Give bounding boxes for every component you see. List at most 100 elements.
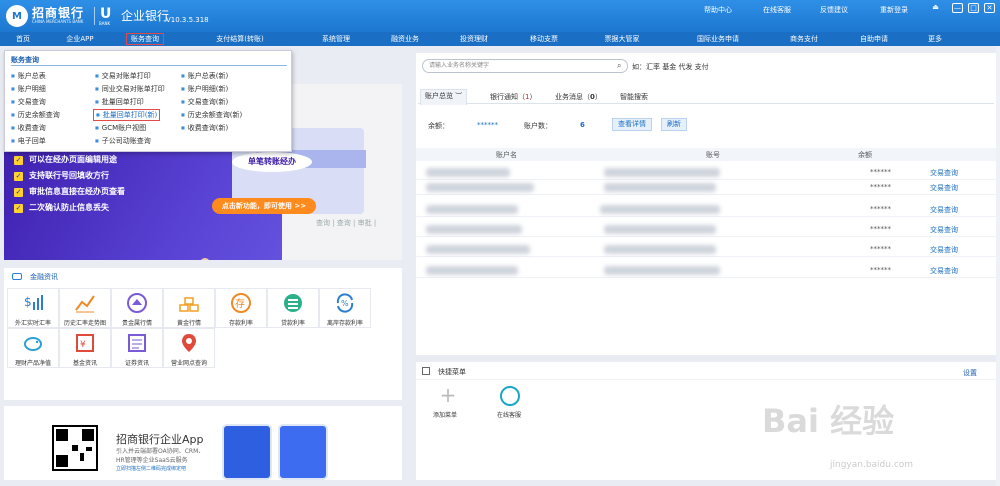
gold-bars-icon xyxy=(179,297,199,312)
banner-bullet: ✓ 可以在经办页面编辑用途 xyxy=(14,155,117,165)
relogin-link[interactable]: 重新登录 xyxy=(880,5,908,15)
dd-account-summary-new[interactable]: 账户总表(新) xyxy=(181,71,228,81)
dd-history-balance[interactable]: 历史余额查询 xyxy=(11,110,60,120)
tile-fund[interactable]: ¥ 基金资讯 xyxy=(59,328,111,368)
online-service-label[interactable]: 在线客服 xyxy=(497,410,521,419)
redacted-name xyxy=(426,266,518,275)
tile-loan-rate[interactable]: 贷款利率 xyxy=(267,288,319,328)
menu-self-service[interactable]: 自助申请 xyxy=(860,34,888,44)
dd-fee-query-new[interactable]: 收费查询(新) xyxy=(181,123,228,133)
menu-business-payment[interactable]: 商务支付 xyxy=(790,34,818,44)
table-row[interactable]: ****** 交易查询 xyxy=(416,242,996,257)
menu-account-query[interactable]: 账务查询 xyxy=(126,33,164,45)
menu-mobile-check[interactable]: 移动支票 xyxy=(530,34,558,44)
fund-icon: ¥ xyxy=(76,334,94,352)
banner-cta-button[interactable]: 点击新功能，即可使用 >> xyxy=(212,198,316,214)
transaction-query-link[interactable]: 交易查询 xyxy=(930,225,958,235)
phone-mockup xyxy=(222,424,272,480)
quick-menu-settings[interactable]: 设置 xyxy=(963,368,977,378)
dd-account-detail-new[interactable]: 账户明细(新) xyxy=(181,84,228,94)
svg-text:存: 存 xyxy=(235,297,245,310)
tile-branch[interactable]: 营业网点查询 xyxy=(163,328,215,368)
dd-transaction-query-new[interactable]: 交易查询(新) xyxy=(181,97,228,107)
tile-securities[interactable]: 证券资讯 xyxy=(111,328,163,368)
redacted-number xyxy=(604,183,716,192)
tile-fx-history[interactable]: 历史汇率走势图 xyxy=(59,288,111,328)
wealth-product-icon xyxy=(24,337,42,351)
dd-transaction-query[interactable]: 交易查询 xyxy=(11,97,46,107)
dd-batch-receipt-print-new[interactable]: 批量回单打印(新) xyxy=(93,109,161,121)
chevron-down-icon: ︶ xyxy=(455,92,463,100)
app-promo-desc: HR管理等企业SaaS云服务 xyxy=(116,457,188,464)
transaction-query-link[interactable]: 交易查询 xyxy=(930,205,958,215)
redacted-number xyxy=(604,266,720,275)
menu-bill-manager[interactable]: 票据大管家 xyxy=(605,34,640,44)
deposit-rate-icon: 存 xyxy=(231,293,251,313)
maximize-icon[interactable]: □ xyxy=(968,3,979,13)
eject-icon[interactable]: ⏏ xyxy=(930,3,941,13)
menu-financing[interactable]: 融资业务 xyxy=(391,34,419,44)
tile-precious-metal[interactable]: 贵金属行情 xyxy=(111,288,163,328)
tile-fx-rate[interactable]: $ 外汇实时汇率 xyxy=(7,288,59,328)
feedback-link[interactable]: 反馈建议 xyxy=(820,5,848,15)
minimize-icon[interactable]: — xyxy=(952,3,963,13)
view-detail-button[interactable]: 查看详情 xyxy=(612,118,652,131)
tab-bank-notice[interactable]: 银行通知（1） xyxy=(490,92,536,102)
dd-account-detail[interactable]: 账户明细 xyxy=(11,84,46,94)
transaction-query-link[interactable]: 交易查询 xyxy=(930,183,958,193)
dd-interbank-statement-print[interactable]: 同业交易对账单打印 xyxy=(95,84,165,94)
cmb-logo-icon: M xyxy=(6,5,28,27)
menu-enterprise-app[interactable]: 企业APP xyxy=(66,34,93,44)
loan-rate-icon xyxy=(284,294,302,312)
transaction-query-link[interactable]: 交易查询 xyxy=(930,168,958,178)
tab-business-msg[interactable]: 业务消息（0） xyxy=(555,92,602,102)
branch-location-icon xyxy=(182,334,196,352)
close-icon[interactable]: ✕ xyxy=(984,3,995,13)
online-service-link[interactable]: 在线客服 xyxy=(763,5,791,15)
table-row[interactable]: ****** 交易查询 xyxy=(416,263,996,278)
tab-account-overview[interactable]: 账户总览 ︶ xyxy=(420,89,468,105)
tile-offshore-rate[interactable]: % 离岸存款利率 xyxy=(319,288,371,328)
tile-wealth-nav[interactable]: 理财产品净值 xyxy=(7,328,59,368)
tab-smart-search[interactable]: 智能搜索 xyxy=(620,92,648,102)
help-center-link[interactable]: 帮助中心 xyxy=(704,5,732,15)
tile-deposit-rate[interactable]: 存 存款利率 xyxy=(215,288,267,328)
account-query-dropdown: 账务查询 账户总表 账户明细 交易查询 历史余额查询 收费查询 电子回单 交易对… xyxy=(4,50,292,152)
dropdown-title: 账务查询 xyxy=(11,56,39,64)
col-account-name: 账户名 xyxy=(496,151,517,159)
dd-statement-print[interactable]: 交易对账单打印 xyxy=(95,71,151,81)
dd-history-balance-new[interactable]: 历史余额查询(新) xyxy=(181,110,242,120)
transaction-query-link[interactable]: 交易查询 xyxy=(930,266,958,276)
dd-e-receipt[interactable]: 电子回单 xyxy=(11,136,46,146)
svg-text:%: % xyxy=(341,299,349,308)
transaction-query-link[interactable]: 交易查询 xyxy=(930,245,958,255)
dd-subsidiary-query[interactable]: 子公司动账查询 xyxy=(95,136,151,146)
refresh-button[interactable]: 刷新 xyxy=(661,118,687,131)
vertical-scrollbar[interactable] xyxy=(996,46,1000,486)
dd-account-summary[interactable]: 账户总表 xyxy=(11,71,46,81)
dd-fee-query[interactable]: 收费查询 xyxy=(11,123,46,133)
dd-gcm-account-view[interactable]: GCM账户视图 xyxy=(95,123,146,133)
search-icon[interactable]: ⌕ xyxy=(617,61,621,71)
add-menu-label[interactable]: 添加菜单 xyxy=(433,410,457,419)
table-row[interactable]: ****** 交易查询 xyxy=(416,165,996,180)
account-count-label: 账户数： xyxy=(524,122,552,130)
menu-system-admin[interactable]: 系统管理 xyxy=(322,34,350,44)
online-service-icon[interactable] xyxy=(500,386,520,406)
menu-intl-business[interactable]: 国际业务申请 xyxy=(697,34,739,44)
tile-gold[interactable]: 黄金行情 xyxy=(163,288,215,328)
securities-icon xyxy=(128,334,146,352)
menu-investment[interactable]: 投资理财 xyxy=(460,34,488,44)
menu-payment[interactable]: 支付结算(转账) xyxy=(216,34,263,44)
menu-home[interactable]: 首页 xyxy=(16,34,30,44)
search-hint: 如：汇率 基金 代发 支付 xyxy=(632,63,709,71)
banner-bubble: 单笔转账经办 xyxy=(232,152,312,172)
dd-batch-receipt-print[interactable]: 批量回单打印 xyxy=(95,97,144,107)
table-row[interactable]: ****** 交易查询 xyxy=(416,180,996,195)
banner-bg-tabs: 查询 | 查询 | 审批 | xyxy=(316,219,377,227)
table-row[interactable]: ****** 交易查询 xyxy=(416,222,996,237)
search-input[interactable]: 请输入业务名称关键字 xyxy=(422,59,628,73)
add-menu-icon[interactable]: + xyxy=(439,385,457,405)
menu-more[interactable]: 更多 xyxy=(928,34,942,44)
table-row[interactable]: ****** 交易查询 xyxy=(416,202,996,217)
